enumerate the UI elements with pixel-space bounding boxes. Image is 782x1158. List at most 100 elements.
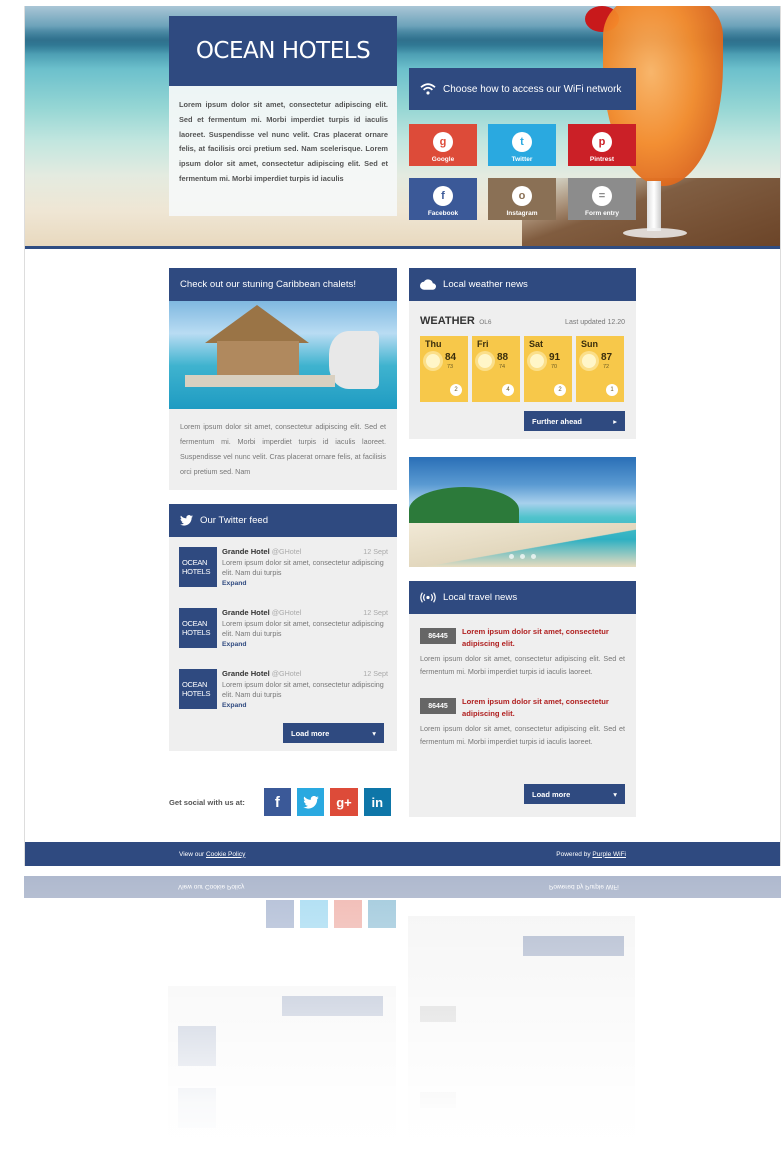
- news-route-badge: 86445: [420, 628, 456, 644]
- sun-icon: [426, 354, 440, 368]
- tweet-avatar: OCEAN HOTELS: [179, 669, 217, 709]
- twitter-login-button[interactable]: t Twitter: [488, 124, 556, 166]
- chevron-down-icon: ▾: [613, 789, 617, 799]
- chalet-image: [169, 301, 397, 409]
- tweet-item: OCEAN HOTELS Grande Hotel @GHotel 12 Sept…: [179, 547, 388, 608]
- wifi-heading: Choose how to access our WiFi network: [409, 68, 636, 110]
- google-icon: g: [433, 132, 453, 152]
- tweet-item: OCEAN HOTELS Grande Hotel @GHotel 12 Sept…: [179, 669, 388, 730]
- wind-icon: 2: [554, 384, 566, 396]
- brand-intro: Lorem ipsum dolor sit amet, consectetur …: [169, 86, 397, 216]
- cookie-policy-link[interactable]: Cookie Policy: [206, 851, 245, 858]
- forecast-low: 73: [447, 364, 454, 370]
- purple-wifi-link[interactable]: Purple WiFi: [592, 851, 626, 858]
- sun-icon: [530, 354, 544, 368]
- powered-by: Powered by Purple WiFi: [556, 850, 626, 858]
- social-label: Get social with us at:: [169, 797, 245, 807]
- google-login-button[interactable]: g Google: [409, 124, 477, 166]
- chevron-down-icon: ▾: [372, 728, 376, 738]
- facebook-icon: f: [433, 186, 453, 206]
- tweet-author: Grande Hotel: [222, 608, 270, 617]
- forecast-high: 84: [445, 352, 457, 363]
- page: OCEAN HOTELS Lorem ipsum dolor sit amet,…: [24, 6, 781, 866]
- brand-header: OCEAN HOTELS: [169, 16, 397, 86]
- footer: View our Cookie Policy Powered by Purple…: [25, 842, 780, 866]
- facebook-icon[interactable]: f: [263, 788, 291, 816]
- tweet-expand-link[interactable]: Expand: [222, 579, 388, 590]
- linkedin-icon[interactable]: in: [363, 788, 391, 816]
- forecast-days: Thu 84 73 2 Fri 88 74 4 Sat 91 70 2 Sun …: [420, 336, 625, 402]
- tweet-author: Grande Hotel: [222, 547, 270, 556]
- news-title[interactable]: Lorem ipsum dolor sit amet, consectetur …: [462, 626, 625, 650]
- form-icon: =: [592, 186, 612, 206]
- weather-location: OL6: [479, 319, 492, 326]
- sun-icon: [478, 354, 492, 368]
- left-column: Check out our stuning Caribbean chalets!…: [169, 268, 397, 751]
- google-plus-icon[interactable]: g+: [330, 788, 358, 816]
- weather-heading: Local weather news: [409, 268, 636, 301]
- tweet-list: OCEAN HOTELS Grande Hotel @GHotel 12 Sept…: [169, 537, 397, 751]
- travel-news-list: 86445 Lorem ipsum dolor sit amet, consec…: [409, 614, 636, 817]
- cloud-icon: [420, 279, 436, 290]
- tweet-expand-link[interactable]: Expand: [222, 701, 388, 712]
- news-item: 86445 Lorem ipsum dolor sit amet, consec…: [420, 626, 625, 678]
- brand-panel: OCEAN HOTELS Lorem ipsum dolor sit amet,…: [169, 16, 397, 246]
- tweet-expand-link[interactable]: Expand: [222, 640, 388, 651]
- forecast-day: Sat 91 70 2: [524, 336, 572, 402]
- forecast-low: 70: [551, 364, 558, 370]
- wind-icon: 1: [606, 384, 618, 396]
- chalets-panel: Check out our stuning Caribbean chalets!…: [169, 268, 397, 490]
- wifi-icon: [420, 83, 436, 95]
- tweet-avatar: OCEAN HOTELS: [179, 608, 217, 648]
- slideshow-dots[interactable]: [509, 554, 542, 559]
- twitter-icon: t: [512, 132, 532, 152]
- forecast-day: Sun 87 72 1: [576, 336, 624, 402]
- hero-divider: [25, 246, 780, 249]
- tweet-date: 12 Sept: [363, 669, 388, 678]
- weather-panel: Local weather news WEATHER OL6 Last upda…: [409, 268, 636, 439]
- instagram-login-button[interactable]: o Instagram: [488, 178, 556, 220]
- chalets-heading: Check out our stuning Caribbean chalets!: [169, 268, 397, 301]
- forecast-high: 88: [497, 352, 509, 363]
- forecast-high: 91: [549, 352, 561, 363]
- news-title[interactable]: Lorem ipsum dolor sit amet, consectetur …: [462, 696, 625, 720]
- hero-banner: OCEAN HOTELS Lorem ipsum dolor sit amet,…: [25, 6, 780, 248]
- sun-icon: [582, 354, 596, 368]
- twitter-load-more-button[interactable]: Load more ▾: [283, 723, 384, 743]
- twitter-panel: Our Twitter feed OCEAN HOTELS Grande Hote…: [169, 504, 397, 751]
- travel-load-more-button[interactable]: Load more ▾: [524, 784, 625, 804]
- form-entry-button[interactable]: = Form entry: [568, 178, 636, 220]
- news-item: 86445 Lorem ipsum dolor sit amet, consec…: [420, 696, 625, 748]
- weather-widget: WEATHER OL6 Last updated 12.20 Thu 84 73…: [409, 301, 636, 439]
- tweet-avatar: OCEAN HOTELS: [179, 547, 217, 587]
- chalets-text: Lorem ipsum dolor sit amet, consectetur …: [180, 422, 386, 476]
- news-text: Lorem ipsum dolor sit amet, consectetur …: [420, 724, 625, 746]
- news-text: Lorem ipsum dolor sit amet, consectetur …: [420, 654, 625, 676]
- wind-icon: 4: [502, 384, 514, 396]
- further-ahead-button[interactable]: Further ahead ▸: [524, 411, 625, 431]
- wifi-heading-label: Choose how to access our WiFi network: [443, 83, 622, 95]
- weather-updated: Last updated 12.20: [565, 319, 625, 326]
- twitter-heading: Our Twitter feed: [169, 504, 397, 537]
- forecast-low: 74: [499, 364, 506, 370]
- tweet-date: 12 Sept: [363, 608, 388, 617]
- tweet-text: Lorem ipsum dolor sit amet, consectetur …: [222, 618, 384, 639]
- weather-title: WEATHER: [420, 315, 475, 327]
- broadcast-icon: [420, 592, 436, 603]
- pinterest-login-button[interactable]: p Pintrest: [568, 124, 636, 166]
- tweet-author: Grande Hotel: [222, 669, 270, 678]
- right-column: Local weather news WEATHER OL6 Last upda…: [409, 268, 636, 817]
- travel-panel: Local travel news 86445 Lorem ipsum dolo…: [409, 581, 636, 817]
- brand-title: OCEAN HOTELS: [195, 38, 371, 64]
- chevron-right-icon: ▸: [613, 416, 617, 426]
- twitter-icon[interactable]: [297, 788, 325, 816]
- facebook-login-button[interactable]: f Facebook: [409, 178, 477, 220]
- pinterest-icon: p: [592, 132, 612, 152]
- forecast-low: 72: [603, 364, 610, 370]
- tweet-text: Lorem ipsum dolor sit amet, consectetur …: [222, 679, 384, 700]
- tweet-text: Lorem ipsum dolor sit amet, consectetur …: [222, 557, 384, 578]
- twitter-bird-icon: [180, 515, 193, 526]
- travel-heading: Local travel news: [409, 581, 636, 614]
- beach-slideshow[interactable]: [409, 457, 636, 567]
- page-reflection: View our Cookie Policy Powered by Purple…: [24, 876, 781, 1158]
